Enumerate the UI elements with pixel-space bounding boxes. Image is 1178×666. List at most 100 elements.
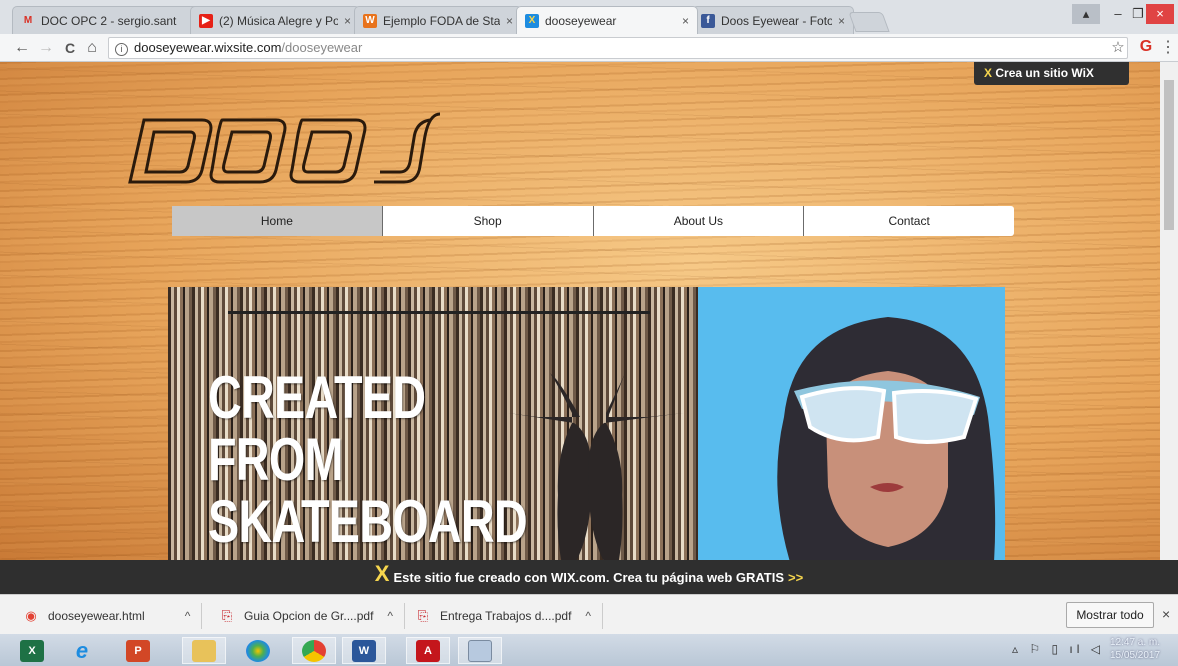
- hero-books-image: CREATED FROM SKATEBOARD: [168, 287, 698, 560]
- reload-icon[interactable]: C: [60, 38, 80, 58]
- nav-shop[interactable]: Shop: [383, 206, 594, 236]
- wix-banner-arrow: >>: [788, 569, 804, 585]
- wix-footer-banner[interactable]: X Este sitio fue creado con WIX.com. Cre…: [0, 560, 1178, 594]
- taskbar-chrome[interactable]: [292, 637, 336, 664]
- wix-icon: X: [984, 66, 993, 80]
- facebook-icon: f: [701, 13, 715, 28]
- word-icon: W: [352, 639, 376, 662]
- download-filename: Guia Opcion de Gr....pdf: [244, 609, 374, 623]
- new-tab-button[interactable]: [848, 12, 890, 32]
- profile-icon[interactable]: ▴: [1072, 4, 1100, 24]
- download-filename: Entrega Trabajos d....pdf: [440, 609, 572, 623]
- windows-taskbar: X e P W A ▵ ⚐ ▯ ıl ◁ 12:47 a. m. 15/05/2…: [0, 634, 1178, 666]
- tab-title: dooseyewear: [545, 13, 617, 28]
- download-divider: [201, 603, 203, 629]
- clock-date: 15/05/2017: [1110, 650, 1161, 661]
- download-item[interactable]: ⎘ Entrega Trabajos d....pdf ^: [416, 603, 604, 629]
- browser-tab-strip: M DOC OPC 2 - sergio.sant × ▶ (2) Música…: [0, 0, 1178, 34]
- nav-home[interactable]: Home: [172, 206, 383, 236]
- show-all-downloads-button[interactable]: Mostrar todo: [1066, 602, 1154, 628]
- tab-close-icon[interactable]: ×: [506, 14, 513, 28]
- system-tray[interactable]: ▵ ⚐ ▯ ıl ◁: [1012, 642, 1104, 656]
- taskbar-explorer[interactable]: [182, 637, 226, 664]
- acrobat-icon: A: [416, 639, 440, 662]
- bookmark-star-icon[interactable]: ☆: [1108, 38, 1128, 58]
- gmail-icon: M: [23, 15, 33, 26]
- tab-foda[interactable]: W Ejemplo FODA de Starbu ×: [354, 6, 522, 34]
- hero-line-divider: [228, 311, 650, 314]
- tab-title: (2) Música Alegre y Posit: [219, 13, 338, 28]
- hero-headline: CREATED FROM SKATEBOARD: [208, 364, 528, 555]
- tab-close-icon[interactable]: ×: [838, 14, 845, 28]
- tab-title: Ejemplo FODA de Starbu: [383, 13, 500, 28]
- download-filename: dooseyewear.html: [48, 609, 145, 623]
- wix-create-site-button[interactable]: X Crea un sitio WiX: [974, 62, 1129, 85]
- website-viewport: X Crea un sitio WiX Home Shop About Us C…: [0, 62, 1160, 560]
- youtube-icon: ▶: [199, 13, 213, 28]
- doos-logo: [128, 112, 441, 184]
- download-item[interactable]: ◉ dooseyewear.html ^: [24, 603, 203, 629]
- chrome-icon: [302, 639, 326, 662]
- taskbar-excel[interactable]: X: [10, 637, 54, 664]
- close-window-button[interactable]: ×: [1146, 4, 1174, 24]
- downloads-bar: ◉ dooseyewear.html ^ ⎘ Guia Opcion de Gr…: [0, 594, 1178, 634]
- paint-icon: [468, 639, 492, 662]
- wix-icon: X: [374, 561, 390, 586]
- taskbar-acrobat[interactable]: A: [406, 637, 450, 664]
- address-toolbar: ← → C ⌂ i dooseyewear.wixsite.com/dooseye…: [0, 34, 1178, 62]
- taskbar-ie[interactable]: e: [60, 637, 104, 664]
- nav-about-us[interactable]: About Us: [594, 206, 805, 236]
- tab-facebook[interactable]: f Doos Eyewear - Fotos ×: [692, 6, 854, 34]
- wix-banner-text: Este sitio fue creado con WIX.com. Crea …: [393, 569, 785, 585]
- tab-title: Doos Eyewear - Fotos: [721, 13, 832, 28]
- taskbar-paint[interactable]: [458, 637, 502, 664]
- hero-model-photo: [698, 287, 1005, 560]
- page-scrollbar[interactable]: [1160, 62, 1178, 560]
- tab-close-icon[interactable]: ×: [344, 14, 351, 28]
- taskbar-picasa[interactable]: [236, 637, 280, 664]
- hero-line-3: SKATEBOARD: [208, 488, 528, 555]
- back-icon[interactable]: ←: [12, 38, 32, 58]
- url-bar[interactable]: i dooseyewear.wixsite.com/dooseyewear: [108, 37, 1128, 59]
- chevron-up-icon[interactable]: ^: [185, 609, 191, 623]
- scrollbar-thumb[interactable]: [1164, 80, 1174, 230]
- url-path: /dooseyewear: [281, 40, 363, 55]
- clock-time: 12:47 a. m.: [1110, 637, 1161, 648]
- hero-line-2: FROM: [208, 426, 343, 493]
- hero-line-1: CREATED: [208, 364, 426, 431]
- tab-close-icon[interactable]: ×: [682, 14, 689, 28]
- url-host: dooseyewear.wixsite.com: [134, 40, 282, 55]
- wix-icon: X: [525, 13, 539, 28]
- download-divider: [602, 603, 604, 629]
- chrome-menu-icon[interactable]: ⋮: [1158, 38, 1178, 58]
- forward-icon[interactable]: →: [36, 38, 56, 58]
- wix-create-label: Crea un sitio WiX: [995, 66, 1094, 80]
- info-icon[interactable]: i: [115, 43, 128, 56]
- clock[interactable]: 12:47 a. m. 15/05/2017: [1110, 636, 1160, 662]
- folder-icon: [192, 639, 216, 662]
- office-icon: W: [363, 13, 377, 28]
- taskbar-powerpoint[interactable]: P: [116, 637, 160, 664]
- hero-banner: CREATED FROM SKATEBOARD: [168, 287, 1005, 560]
- picasa-icon: [246, 639, 270, 662]
- powerpoint-icon: P: [126, 639, 150, 662]
- download-divider: [404, 603, 406, 629]
- pdf-icon: ⎘: [417, 608, 429, 623]
- site-nav-menu: Home Shop About Us Contact: [172, 206, 1014, 236]
- close-downloads-icon[interactable]: ×: [1162, 606, 1170, 622]
- chevron-up-icon[interactable]: ^: [387, 609, 393, 623]
- tab-title: DOC OPC 2 - sergio.sant: [41, 13, 177, 28]
- woodpeckers-image: [508, 371, 684, 560]
- tab-gmail[interactable]: M DOC OPC 2 - sergio.sant ×: [12, 6, 208, 34]
- chrome-icon: ◉: [25, 608, 37, 623]
- chevron-up-icon[interactable]: ^: [585, 609, 591, 623]
- extension-icon[interactable]: G: [1136, 37, 1156, 57]
- tab-dooseyewear[interactable]: X dooseyewear ×: [516, 6, 698, 34]
- home-icon[interactable]: ⌂: [82, 38, 102, 58]
- excel-icon: X: [20, 639, 44, 662]
- pdf-icon: ⎘: [221, 608, 233, 623]
- download-item[interactable]: ⎘ Guia Opcion de Gr....pdf ^: [220, 603, 406, 629]
- nav-contact[interactable]: Contact: [804, 206, 1014, 236]
- taskbar-word[interactable]: W: [342, 637, 386, 664]
- tab-youtube[interactable]: ▶ (2) Música Alegre y Posit ×: [190, 6, 360, 34]
